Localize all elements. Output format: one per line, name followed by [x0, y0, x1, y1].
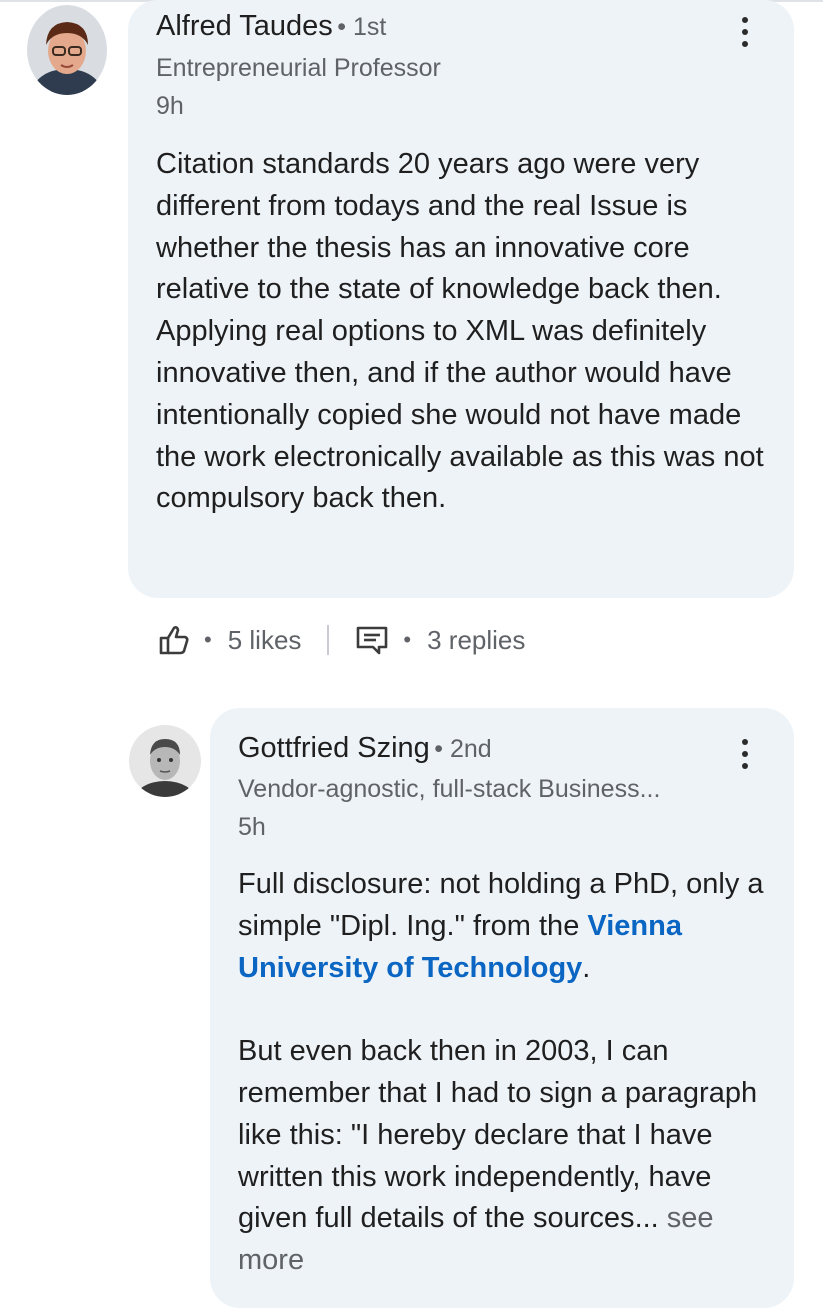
action-divider	[327, 625, 330, 655]
likes-count[interactable]: 5 likes	[228, 625, 302, 656]
separator-dot: •	[403, 627, 412, 652]
comment-time: 9h	[156, 92, 184, 120]
comment-text: Citation standards 20 years ago were ver…	[156, 148, 764, 515]
reply-paragraph-2: But even back then in 2003, I can rememb…	[238, 1031, 768, 1282]
degree-value: 1st	[352, 13, 387, 41]
paragraph-spacer	[238, 989, 768, 1031]
reply-author-line: Gottfried Szing • 2nd	[238, 732, 492, 765]
author-avatar[interactable]	[27, 5, 107, 95]
comment-icon[interactable]	[355, 625, 389, 655]
reply-author-headline: Vendor-agnostic, full-stack Business...	[238, 775, 661, 803]
more-vertical-icon[interactable]	[735, 17, 755, 47]
reply-connection-degree: • 2nd	[434, 735, 492, 763]
reply-time: 5h	[238, 813, 266, 841]
connection-degree: • 1st	[337, 13, 387, 41]
reply-paragraph-1: Full disclosure: not holding a PhD, only…	[238, 864, 768, 989]
reply-text: Full disclosure: not holding a PhD, only…	[238, 864, 768, 1282]
more-vertical-icon[interactable]	[735, 739, 755, 769]
replies-count[interactable]: 3 replies	[427, 625, 525, 656]
reply-degree-value: 2nd	[449, 735, 492, 763]
reply-author-name[interactable]: Gottfried Szing	[238, 732, 430, 764]
author-line: Alfred Taudes • 1st	[156, 10, 386, 43]
separator-dot: •	[204, 627, 212, 652]
comment-actions: • 5 likes • 3 replies	[158, 620, 525, 660]
truncation-ellipsis: ...	[634, 1202, 659, 1235]
reply-text-part: Full disclosure: not holding a PhD, only…	[238, 868, 764, 942]
author-headline: Entrepreneurial Professor	[156, 54, 441, 82]
reply-author-avatar[interactable]	[129, 725, 201, 797]
reply-text-period: .	[582, 951, 591, 984]
author-name[interactable]: Alfred Taudes	[156, 10, 333, 42]
thumbs-up-icon[interactable]	[158, 623, 190, 657]
